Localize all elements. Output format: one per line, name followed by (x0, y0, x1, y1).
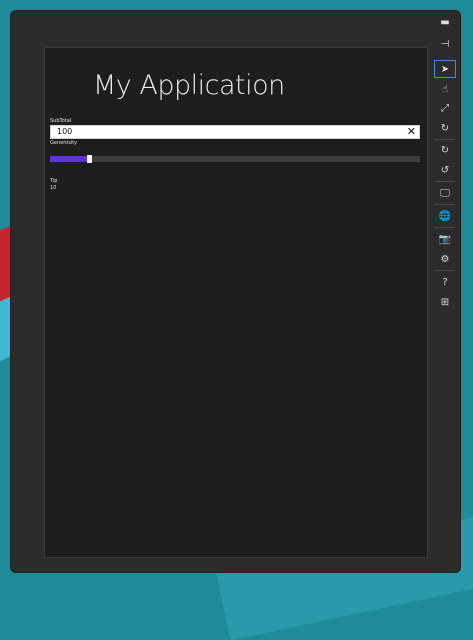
toolbar-divider (435, 227, 455, 228)
generosity-label: Generosity (50, 140, 78, 146)
subtotal-label: SubTotal (50, 118, 72, 124)
touch-icon[interactable]: ☝ (434, 81, 456, 99)
pin-icon[interactable]: ⊣ (434, 36, 456, 54)
help-icon[interactable]: ? (434, 274, 456, 292)
rotate-counterclockwise-icon[interactable]: ↺ (434, 162, 456, 180)
toolbar-divider (435, 204, 455, 205)
mouse-pointer-icon[interactable]: ➤ (434, 60, 456, 78)
toolbar-divider (435, 139, 455, 140)
rotate-clockwise-icon[interactable]: ↻ (434, 142, 456, 160)
change-resolution-icon[interactable]: 🖵 (434, 185, 456, 203)
generosity-slider[interactable] (50, 155, 420, 163)
slider-fill (50, 156, 87, 162)
slider-thumb[interactable] (87, 155, 92, 163)
settings-icon[interactable]: ⚙ (434, 251, 456, 269)
simulator-toolbar: ▬ ⊣ ➤ ☝ ⤢ ↻ ↻ ↺ 🖵 🌐 📷 ⚙ ? ⊞ (432, 14, 460, 334)
tip-label: Tip (50, 178, 58, 184)
simulator-frame: My Application SubTotal 100 ✕ Generosity… (10, 10, 461, 573)
rotate-touch-icon[interactable]: ↻ (434, 120, 456, 138)
app-title: My Application (93, 70, 285, 101)
minimize-icon[interactable]: ▬ (434, 14, 456, 32)
pinch-zoom-icon[interactable]: ⤢ (434, 100, 456, 118)
windows-icon[interactable]: ⊞ (434, 294, 456, 312)
tip-value: 10 (50, 185, 57, 191)
subtotal-input[interactable]: 100 ✕ (50, 125, 420, 139)
location-icon[interactable]: 🌐 (434, 208, 456, 226)
app-screen: My Application SubTotal 100 ✕ Generosity… (44, 47, 428, 558)
screenshot-icon[interactable]: 📷 (434, 231, 456, 249)
toolbar-divider (435, 270, 455, 271)
toolbar-divider (435, 181, 455, 182)
clear-input-button[interactable]: ✕ (407, 126, 416, 138)
subtotal-value: 100 (57, 127, 73, 136)
